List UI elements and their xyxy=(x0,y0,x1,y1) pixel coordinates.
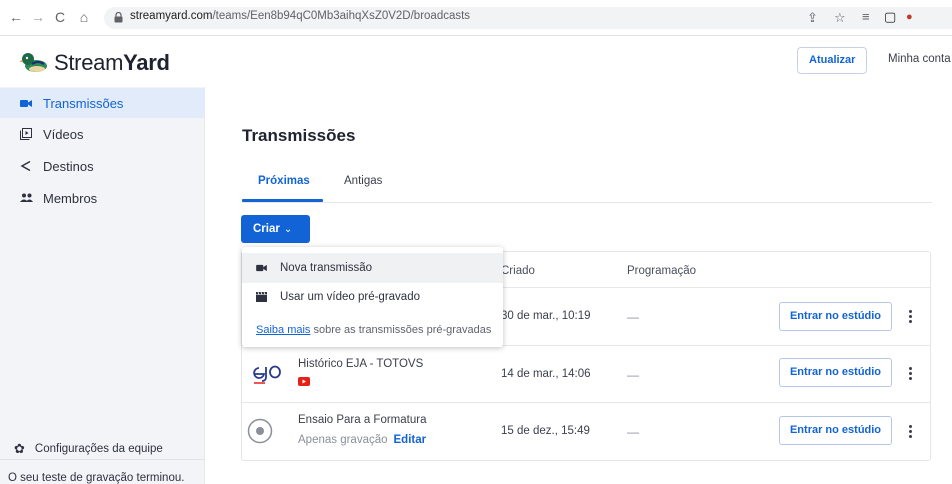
camera-icon xyxy=(256,264,270,272)
bookmark-star-icon[interactable]: ☆ xyxy=(834,7,846,29)
team-settings-label: Configurações da equipe xyxy=(34,443,163,455)
side-panel-icon[interactable]: ▢ xyxy=(884,6,896,28)
team-settings-link[interactable]: ✿ Configurações da equipe xyxy=(14,441,163,457)
url-text: streamyard.com/teams/Een8b94qC0Mb3aihqXs… xyxy=(130,10,471,22)
people-icon xyxy=(18,190,34,206)
menu-item-label: Nova transmissão xyxy=(280,262,373,274)
reading-list-icon[interactable]: ≡ xyxy=(862,6,870,28)
sidebar-item-broadcasts[interactable]: Transmissões xyxy=(0,88,205,118)
sidebar: Transmissões Vídeos Destinos Membros ✿ C… xyxy=(0,87,205,484)
row2-schedule: — xyxy=(627,368,639,382)
share-icon xyxy=(18,158,34,174)
enter-studio-button[interactable]: Entrar no estúdio xyxy=(779,358,892,387)
menu-item-prerecorded[interactable]: Usar um vídeo pré-gravado xyxy=(242,282,503,312)
row1-created: 30 de mar., 10:19 xyxy=(501,310,591,322)
row2-title[interactable]: Histórico EJA - TOTOVS xyxy=(298,358,423,370)
youtube-icon xyxy=(298,377,310,386)
reload-icon[interactable]: C xyxy=(52,8,68,26)
tab-past[interactable]: Antigas xyxy=(344,175,382,187)
sidebar-item-label: Vídeos xyxy=(43,126,84,142)
forward-icon[interactable]: → xyxy=(30,8,46,26)
tabs-divider xyxy=(242,202,932,203)
create-button-label: Criar xyxy=(253,223,280,235)
eja-logo-icon xyxy=(253,365,281,384)
streamyard-logo[interactable]: StreamYard xyxy=(20,50,170,76)
more-options-icon[interactable] xyxy=(905,421,915,441)
create-dropdown-menu: Nova transmissão Usar um vídeo pré-grava… xyxy=(242,247,503,347)
sidebar-item-members[interactable]: Membros xyxy=(0,183,205,213)
sidebar-item-label: Membros xyxy=(43,190,98,206)
row1-schedule: — xyxy=(627,310,639,324)
edit-link[interactable]: Editar xyxy=(394,434,427,446)
prerecorded-info-text: sobre as transmissões pré-gravadas xyxy=(310,324,492,336)
update-button[interactable]: Atualizar xyxy=(797,47,868,74)
menu-item-new-broadcast[interactable]: Nova transmissão xyxy=(242,253,503,283)
sidebar-item-videos[interactable]: Vídeos xyxy=(0,119,205,149)
back-icon[interactable]: ← xyxy=(8,8,24,26)
enter-studio-button[interactable]: Entrar no estúdio xyxy=(779,416,892,445)
sidebar-divider xyxy=(0,459,205,460)
recording-icon xyxy=(247,418,273,444)
sidebar-item-destinations[interactable]: Destinos xyxy=(0,151,205,181)
app-header: StreamYard Atualizar Minha conta xyxy=(0,37,952,87)
sidebar-item-label: Destinos xyxy=(43,158,94,174)
profile-avatar-icon[interactable]: ● xyxy=(906,6,913,28)
enter-studio-button[interactable]: Entrar no estúdio xyxy=(779,302,892,331)
row3-subtitle: Apenas gravação Editar xyxy=(298,434,426,446)
create-button[interactable]: Criar ⌄ xyxy=(241,215,310,243)
trial-notice: O seu teste de gravação terminou. xyxy=(8,472,185,484)
active-tab-indicator xyxy=(242,199,323,202)
share-page-icon[interactable]: ⇪ xyxy=(807,7,818,29)
more-options-icon[interactable] xyxy=(905,363,915,383)
browser-toolbar: ← → C ⌂ streamyard.com/teams/Een8b94qC0M… xyxy=(0,0,952,36)
camera-icon xyxy=(18,95,34,111)
video-library-icon xyxy=(18,126,34,142)
menu-item-label: Usar um vídeo pré-gravado xyxy=(280,291,420,303)
duck-logo-icon xyxy=(20,53,47,72)
sidebar-item-label: Transmissões xyxy=(43,95,124,111)
row2-created: 14 de mar., 14:06 xyxy=(501,368,591,380)
clapperboard-icon xyxy=(256,292,270,302)
address-bar[interactable]: streamyard.com/teams/Een8b94qC0Mb3aihqXs… xyxy=(104,7,952,29)
brand-name: StreamYard xyxy=(54,50,170,75)
more-options-icon[interactable] xyxy=(905,306,915,326)
lock-icon xyxy=(114,12,123,23)
row3-title[interactable]: Ensaio Para a Formatura xyxy=(298,414,426,426)
row3-schedule: — xyxy=(627,425,639,439)
column-header-schedule: Programação xyxy=(627,265,697,277)
learn-more-link[interactable]: Saiba mais xyxy=(256,324,310,336)
my-account-link[interactable]: Minha conta xyxy=(888,53,951,65)
row-divider xyxy=(242,402,930,403)
home-icon[interactable]: ⌂ xyxy=(76,8,92,26)
page-title: Transmissões xyxy=(242,126,356,145)
gear-icon: ✿ xyxy=(14,441,25,456)
recording-only-label: Apenas gravação xyxy=(298,434,388,446)
tab-upcoming[interactable]: Próximas xyxy=(258,175,310,187)
column-header-created: Criado xyxy=(501,265,535,277)
chevron-down-icon: ⌄ xyxy=(283,224,293,235)
row3-created: 15 de dez., 15:49 xyxy=(501,425,590,437)
prerecorded-info: Saiba mais sobre as transmissões pré-gra… xyxy=(256,324,491,336)
